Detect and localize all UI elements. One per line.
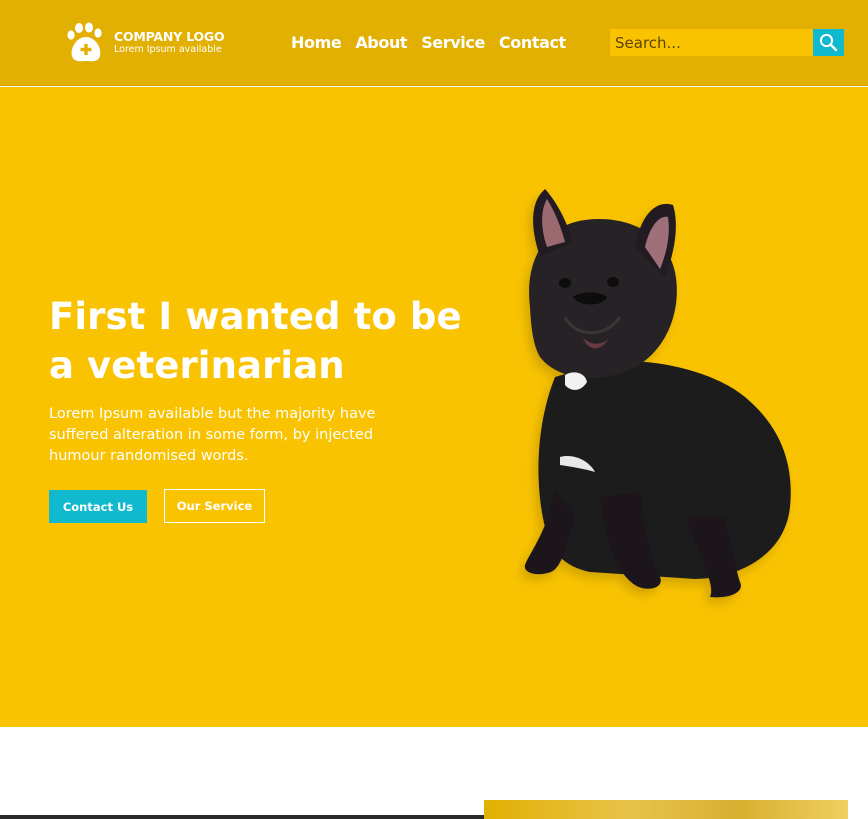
company-logo[interactable]: COMPANY LOGO Lorem Ipsum available [66, 22, 225, 64]
hero-title: First I wanted to be a veterinarian [49, 295, 462, 387]
hero-description: Lorem Ipsum available but the majority h… [49, 406, 376, 464]
section-divider [0, 815, 484, 819]
logo-title: COMPANY LOGO [114, 29, 225, 44]
hero-section: First I wanted to be a veterinarian Lore… [0, 87, 868, 727]
main-nav: Home About Service Contact [291, 33, 566, 52]
nav-about-link[interactable]: About [355, 33, 407, 52]
search-input[interactable] [610, 29, 813, 56]
contact-us-button[interactable]: Contact Us [49, 490, 147, 523]
nav-home-link[interactable]: Home [291, 33, 342, 52]
search-icon [819, 33, 838, 52]
search-bar [610, 29, 844, 56]
french-bulldog-image [524, 189, 791, 598]
section-image [484, 800, 848, 819]
our-service-button[interactable]: Our Service [164, 489, 265, 523]
nav-service-link[interactable]: Service [421, 33, 485, 52]
logo-subtitle: Lorem Ipsum available [114, 44, 222, 55]
nav-contact-link[interactable]: Contact [499, 33, 566, 52]
paw-plus-icon [67, 22, 102, 62]
search-button[interactable] [813, 29, 844, 56]
site-header: COMPANY LOGO Lorem Ipsum available Home … [0, 0, 868, 86]
